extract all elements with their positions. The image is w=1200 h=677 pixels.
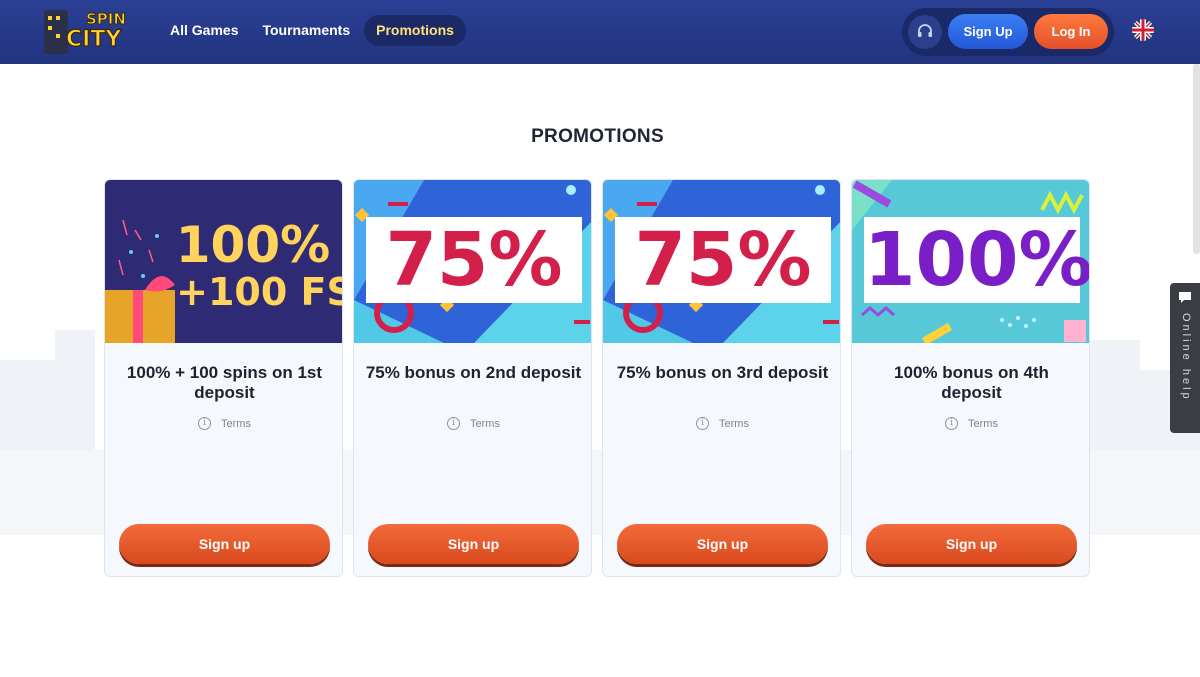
- info-icon: i: [198, 417, 212, 430]
- promo-title: 75% bonus on 2nd deposit: [365, 363, 582, 382]
- promo-signup-button[interactable]: Sign up: [119, 524, 330, 564]
- promo-banner-1: 100% +100 FS: [105, 180, 343, 343]
- promo-title: 75% bonus on 3rd deposit: [616, 363, 829, 382]
- info-icon: i: [696, 417, 710, 430]
- promo-signup-button[interactable]: Sign up: [368, 524, 579, 564]
- info-icon: i: [945, 417, 959, 430]
- page-title: PROMOTIONS: [531, 126, 664, 147]
- svg-text:100%: 100%: [176, 216, 330, 274]
- promo-card: 75% 75% bonus on 3rd deposit i Terms Sig…: [602, 179, 841, 577]
- promo-banner-4: 100%: [852, 180, 1090, 343]
- promo-banner-3: 75%: [603, 180, 840, 343]
- svg-text:+100 FS: +100 FS: [176, 270, 343, 314]
- promo-signup-button[interactable]: Sign up: [866, 524, 1077, 564]
- signup-button[interactable]: Sign Up: [948, 14, 1028, 49]
- login-button[interactable]: Log In: [1034, 14, 1108, 49]
- promo-card: 100% +100 FS 100% + 100 spins on 1st dep…: [104, 179, 343, 577]
- language-selector[interactable]: [1132, 19, 1154, 41]
- online-help-tab[interactable]: Online help: [1170, 283, 1200, 433]
- promo-percent: 100%: [864, 217, 1090, 303]
- terms-link[interactable]: i Terms: [354, 417, 591, 430]
- promo-percent: 75%: [366, 217, 582, 303]
- headset-icon: [918, 24, 932, 37]
- terms-label: Terms: [968, 417, 998, 430]
- svg-text:SPIN: SPIN: [86, 10, 126, 28]
- spin-city-logo[interactable]: SPIN CITY: [40, 4, 132, 56]
- promo-title: 100% bonus on 4th deposit: [894, 363, 1049, 402]
- promotions-grid: 100% +100 FS 100% + 100 spins on 1st dep…: [104, 179, 1090, 577]
- promo-banner-2: 75%: [354, 180, 591, 343]
- promo-signup-button[interactable]: Sign up: [617, 524, 828, 564]
- nav-all-games[interactable]: All Games: [160, 15, 248, 46]
- svg-text:CITY: CITY: [66, 27, 122, 52]
- nav-promotions[interactable]: Promotions: [364, 15, 466, 46]
- terms-link[interactable]: i Terms: [603, 417, 840, 430]
- online-help-label: Online help: [1180, 313, 1192, 402]
- promo-card: 75% 75% bonus on 2nd deposit i Terms Sig…: [353, 179, 592, 577]
- terms-link[interactable]: i Terms: [105, 417, 342, 430]
- auth-panel: Sign Up Log In: [902, 8, 1114, 56]
- terms-label: Terms: [221, 417, 251, 430]
- terms-label: Terms: [470, 417, 500, 430]
- promo-title: 100% + 100 spins on 1st deposit: [126, 363, 323, 402]
- promo-percent: 75%: [615, 217, 831, 303]
- terms-link[interactable]: i Terms: [852, 417, 1089, 430]
- uk-flag-icon: [1132, 19, 1154, 41]
- top-header: SPIN CITY All Games Tournaments Promotio…: [0, 0, 1200, 64]
- nav-tournaments[interactable]: Tournaments: [252, 15, 360, 46]
- main-nav: All Games Tournaments Promotions: [160, 15, 466, 46]
- terms-label: Terms: [719, 417, 749, 430]
- info-icon: i: [447, 417, 461, 430]
- scrollbar[interactable]: [1193, 64, 1200, 254]
- chat-bubble-icon: [1179, 292, 1191, 303]
- promo-card: 100% 100% bonus on 4th deposit i Terms S…: [851, 179, 1090, 577]
- support-button[interactable]: [908, 15, 942, 49]
